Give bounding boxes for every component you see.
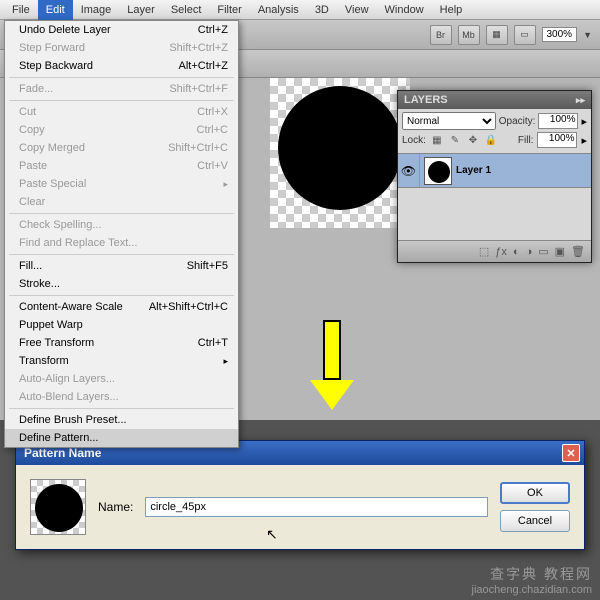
- name-label: Name:: [98, 500, 133, 514]
- trash-icon[interactable]: 🗑: [571, 245, 585, 258]
- layer-row[interactable]: 👁 Layer 1: [398, 154, 591, 188]
- pattern-preview-thumbnail: [30, 479, 86, 535]
- menu-3d[interactable]: 3D: [307, 0, 337, 20]
- close-button[interactable]: ✕: [562, 444, 580, 462]
- menu-item-undo-delete-layer[interactable]: Undo Delete LayerCtrl+Z: [5, 21, 238, 39]
- menu-item-step-forward: Step ForwardShift+Ctrl+Z: [5, 39, 238, 57]
- menu-item-define-pattern[interactable]: Define Pattern...↖: [5, 429, 238, 447]
- layers-panel-footer: ⬚ ƒx ◐ ◑ ▭ ▣ 🗑: [398, 240, 591, 262]
- new-layer-icon[interactable]: ▣: [555, 245, 565, 258]
- menu-file[interactable]: File: [4, 0, 38, 20]
- link-layers-icon[interactable]: ⬚: [479, 245, 489, 258]
- menu-item-copy: CopyCtrl+C: [5, 121, 238, 139]
- menu-item-stroke[interactable]: Stroke...: [5, 275, 238, 293]
- group-icon[interactable]: ▭: [538, 245, 548, 258]
- layers-panel-title: LAYERS: [404, 94, 448, 106]
- menu-item-check-spelling: Check Spelling...: [5, 216, 238, 234]
- menu-layer[interactable]: Layer: [119, 0, 163, 20]
- layers-panel: LAYERS ▸▸ Normal Opacity: 100% ▸ Lock: ▦…: [397, 90, 592, 263]
- panel-menu-icon[interactable]: ▸▸: [576, 95, 585, 106]
- br-button[interactable]: Br: [430, 25, 452, 45]
- menu-item-puppet-warp[interactable]: Puppet Warp: [5, 316, 238, 334]
- menu-item-fill[interactable]: Fill...Shift+F5: [5, 257, 238, 275]
- menu-item-paste-special: Paste Special: [5, 175, 238, 193]
- menu-item-auto-blend-layers: Auto-Blend Layers...: [5, 388, 238, 406]
- menu-select[interactable]: Select: [163, 0, 210, 20]
- menu-item-step-backward[interactable]: Step BackwardAlt+Ctrl+Z: [5, 57, 238, 75]
- menu-item-auto-align-layers: Auto-Align Layers...: [5, 370, 238, 388]
- menubar: FileEditImageLayerSelectFilterAnalysis3D…: [0, 0, 600, 20]
- lock-move-icon[interactable]: ✥: [466, 133, 480, 147]
- menu-edit[interactable]: Edit: [38, 0, 73, 20]
- layer-thumbnail[interactable]: [424, 157, 452, 185]
- menu-item-copy-merged: Copy MergedShift+Ctrl+C: [5, 139, 238, 157]
- zoom-dropdown-icon[interactable]: ▼: [583, 30, 592, 40]
- menu-item-content-aware-scale[interactable]: Content-Aware ScaleAlt+Shift+Ctrl+C: [5, 298, 238, 316]
- layer-name[interactable]: Layer 1: [456, 165, 491, 176]
- visibility-eye-icon[interactable]: 👁: [398, 154, 420, 187]
- lock-all-icon[interactable]: 🔒: [484, 133, 498, 147]
- menu-view[interactable]: View: [337, 0, 377, 20]
- pattern-name-dialog: Pattern Name ✕ Name: OK Cancel ↖: [15, 440, 585, 550]
- opacity-label: Opacity:: [499, 116, 536, 127]
- menu-filter[interactable]: Filter: [209, 0, 249, 20]
- dialog-title: Pattern Name: [20, 446, 101, 460]
- menu-item-find-and-replace-text: Find and Replace Text...: [5, 234, 238, 252]
- menu-item-free-transform[interactable]: Free TransformCtrl+T: [5, 334, 238, 352]
- fx-icon[interactable]: ƒx: [495, 246, 507, 258]
- menu-window[interactable]: Window: [377, 0, 432, 20]
- watermark: 查字典 教程网 jiaocheng.chazidian.com: [472, 564, 592, 596]
- lock-transparency-icon[interactable]: ▦: [430, 133, 444, 147]
- menu-item-cut: CutCtrl+X: [5, 103, 238, 121]
- mask-icon[interactable]: ◐: [513, 246, 520, 258]
- fill-flyout-icon[interactable]: ▸: [581, 134, 587, 147]
- menu-help[interactable]: Help: [432, 0, 471, 20]
- screen-icon[interactable]: ▭: [514, 25, 536, 45]
- menu-image[interactable]: Image: [73, 0, 120, 20]
- menu-analysis[interactable]: Analysis: [250, 0, 307, 20]
- edit-menu-dropdown: Undo Delete LayerCtrl+ZStep ForwardShift…: [4, 20, 239, 448]
- opacity-value[interactable]: 100%: [538, 113, 578, 129]
- zoom-level[interactable]: 300%: [542, 27, 578, 42]
- layer-list-empty: [398, 188, 591, 240]
- fill-value[interactable]: 100%: [537, 132, 577, 148]
- menu-item-transform[interactable]: Transform: [5, 352, 238, 370]
- yellow-arrow-annotation: [310, 320, 354, 410]
- blend-mode-select[interactable]: Normal: [402, 112, 496, 130]
- menu-item-paste: PasteCtrl+V: [5, 157, 238, 175]
- menu-item-fade: Fade...Shift+Ctrl+F: [5, 80, 238, 98]
- document-canvas[interactable]: [270, 78, 410, 228]
- lock-label: Lock:: [402, 135, 426, 146]
- menu-item-define-brush-preset[interactable]: Define Brush Preset...: [5, 411, 238, 429]
- cancel-button[interactable]: Cancel: [500, 510, 570, 532]
- menu-item-clear: Clear: [5, 193, 238, 211]
- cursor-icon: ↖: [266, 526, 278, 543]
- fill-label: Fill:: [518, 135, 534, 146]
- grid-icon[interactable]: ▦: [486, 25, 508, 45]
- lock-brush-icon[interactable]: ✎: [448, 133, 462, 147]
- opacity-flyout-icon[interactable]: ▸: [581, 115, 587, 128]
- adjustment-icon[interactable]: ◑: [526, 246, 533, 258]
- ok-button[interactable]: OK: [500, 482, 570, 504]
- pattern-name-input[interactable]: [145, 497, 488, 517]
- mb-button[interactable]: Mb: [458, 25, 480, 45]
- black-circle-shape: [278, 86, 402, 210]
